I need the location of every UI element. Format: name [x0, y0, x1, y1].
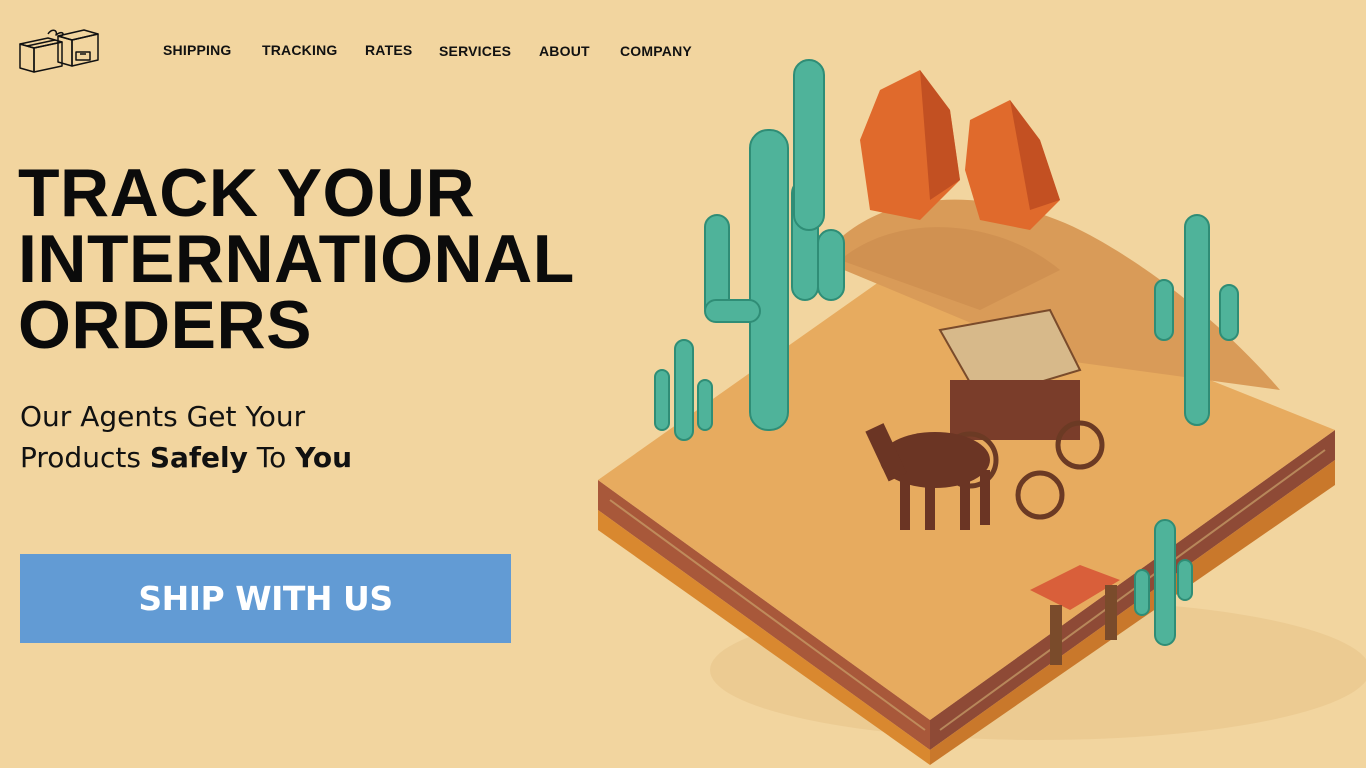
subtitle-emphasis: You [295, 441, 353, 474]
subtitle-emphasis: Safely [149, 441, 248, 474]
nav-tracking[interactable]: TRACKING [262, 42, 337, 58]
hero-title-line: ORDERS [18, 287, 312, 363]
desert-diorama-illustration [598, 59, 1366, 765]
subtitle-line-1: Our Agents Get Your [20, 400, 306, 433]
hero-title-line: INTERNATIONAL [18, 221, 575, 297]
hero-title-line: TRACK YOUR [18, 155, 476, 231]
logo-icon[interactable] [18, 26, 100, 76]
subtitle-text: Products [20, 441, 150, 474]
nav-services[interactable]: SERVICES [439, 43, 511, 59]
subtitle-text: To [247, 441, 296, 474]
hero-subtitle: Our Agents Get Your Products Safely To Y… [20, 396, 352, 478]
hero-title: TRACK YOUR INTERNATIONAL ORDERS [18, 155, 575, 363]
nav-rates[interactable]: RATES [365, 42, 412, 58]
nav-shipping[interactable]: SHIPPING [163, 42, 232, 58]
ship-with-us-button[interactable]: SHIP WITH US [20, 554, 511, 643]
